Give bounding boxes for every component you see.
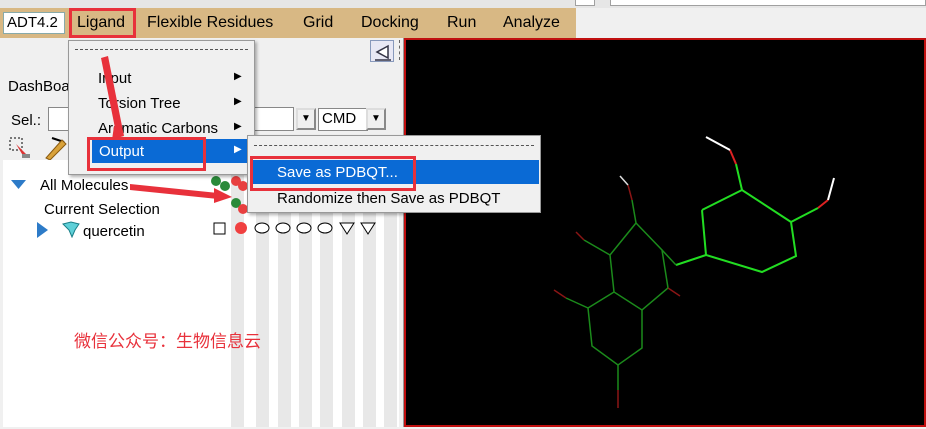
- annotation-arrows: [101, 56, 232, 203]
